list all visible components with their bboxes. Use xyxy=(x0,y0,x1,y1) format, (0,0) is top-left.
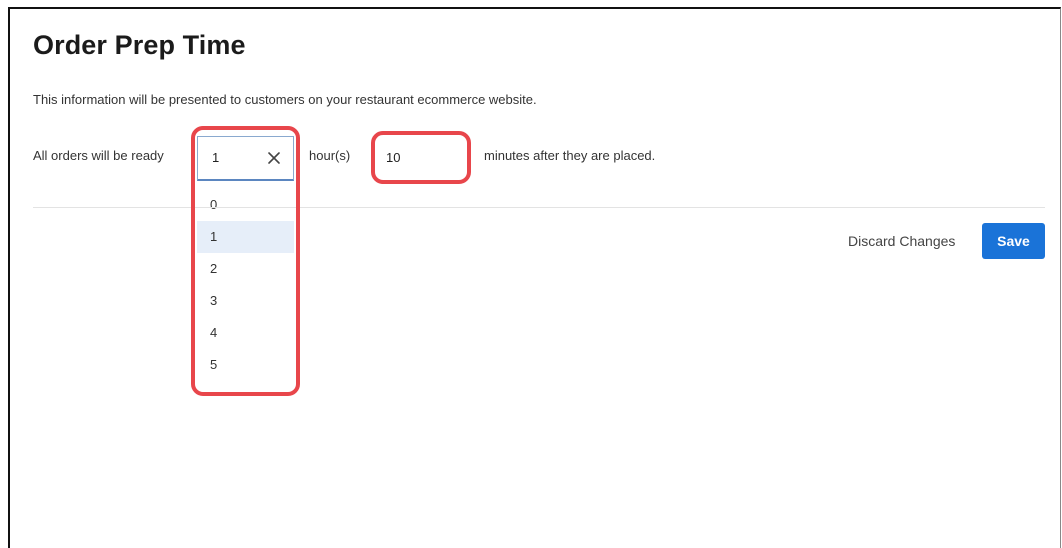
hours-select-value: 1 xyxy=(212,150,220,165)
hours-option-0[interactable]: 0 xyxy=(197,189,294,221)
hours-option-4[interactable]: 4 xyxy=(197,317,294,349)
hours-select[interactable]: 1 xyxy=(197,136,294,181)
ready-label: All orders will be ready xyxy=(33,148,164,163)
after-label: minutes after they are placed. xyxy=(484,148,656,163)
minutes-input-value: 10 xyxy=(386,150,401,165)
hours-dropdown-menu: 0 1 2 3 4 5 xyxy=(197,189,294,381)
discard-changes-button[interactable]: Discard Changes xyxy=(840,224,963,258)
save-button[interactable]: Save xyxy=(982,223,1045,259)
hours-option-1[interactable]: 1 xyxy=(197,221,294,253)
close-icon[interactable] xyxy=(266,146,282,168)
content-frame xyxy=(8,7,1061,548)
hours-option-3[interactable]: 3 xyxy=(197,285,294,317)
divider xyxy=(33,207,1045,208)
hours-option-2[interactable]: 2 xyxy=(197,253,294,285)
page-description: This information will be presented to cu… xyxy=(33,92,537,107)
page-title: Order Prep Time xyxy=(33,30,246,60)
hours-unit-label: hour(s) xyxy=(309,148,351,163)
hours-option-5[interactable]: 5 xyxy=(197,349,294,381)
minutes-input[interactable]: 10 xyxy=(374,136,467,181)
